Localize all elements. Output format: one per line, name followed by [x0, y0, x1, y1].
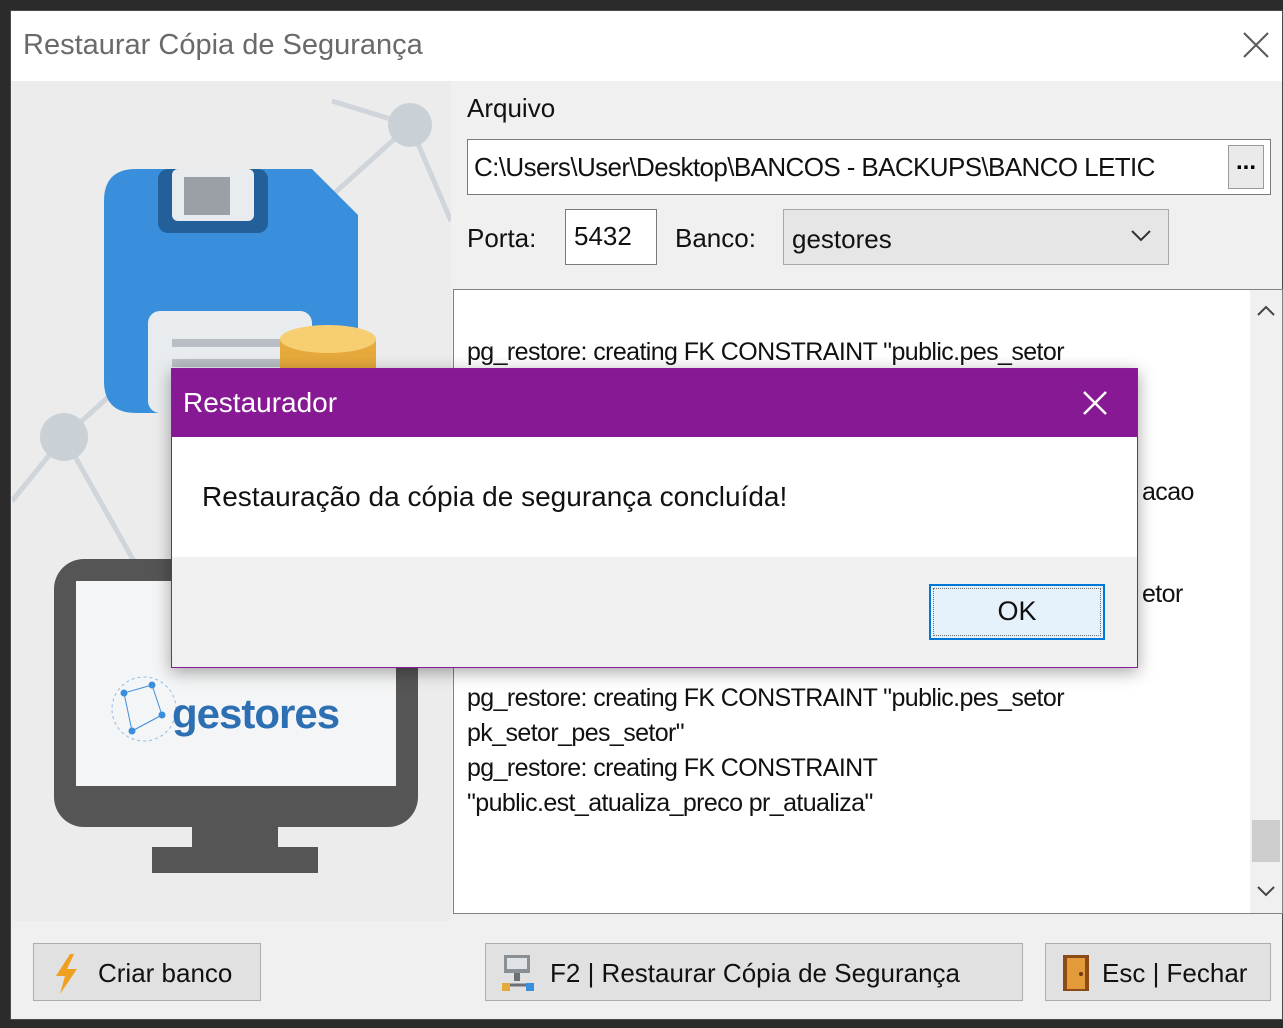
ok-button[interactable]: OK [929, 584, 1105, 640]
close-button[interactable]: Esc | Fechar [1045, 943, 1271, 1001]
window-title: Restaurar Cópia de Segurança [23, 29, 423, 61]
network-node [40, 413, 88, 461]
dialog-message: Restauração da cópia de segurança conclu… [202, 481, 788, 512]
database-select[interactable]: gestores [783, 209, 1169, 265]
browse-button[interactable]: ... [1228, 145, 1264, 189]
network-node [388, 103, 432, 147]
log-scroll-thumb[interactable] [1252, 820, 1280, 862]
restore-backup-button[interactable]: F2 | Restaurar Cópia de Segurança [485, 943, 1023, 1001]
file-label: Arquivo [467, 93, 556, 123]
log-line: pg_restore: creating FK CONSTRAINT "publ… [467, 338, 1065, 366]
log-line: "public.est_atualiza_preco pr_atualiza" [467, 789, 873, 817]
log-line: pg_restore: creating FK CONSTRAINT [467, 754, 878, 782]
door-exit-icon [1060, 953, 1092, 1000]
gestores-logo-text: gestores [172, 690, 339, 737]
dialog-title: Restaurador [183, 387, 338, 418]
restore-backup-label: F2 | Restaurar Cópia de Segurança [550, 958, 960, 988]
restore-network-icon [500, 953, 536, 1000]
log-line: pg_restore: creating FK CONSTRAINT "publ… [467, 684, 1065, 712]
lightning-icon [52, 954, 80, 1001]
database-label: Banco: [675, 223, 756, 253]
port-value: 5432 [574, 221, 632, 251]
file-path-input[interactable]: C:\Users\User\Desktop\BANCOS - BACKUPS\B… [467, 139, 1271, 195]
scroll-down-icon[interactable] [1256, 884, 1276, 903]
log-line: pk_setor_pes_setor" [467, 719, 685, 747]
chevron-down-icon [1130, 228, 1152, 249]
log-line-fragment: acao [1142, 478, 1194, 506]
window-close-icon[interactable] [1236, 25, 1276, 65]
database-select-value: gestores [792, 224, 892, 254]
create-database-button[interactable]: Criar banco [33, 943, 261, 1001]
port-label: Porta: [467, 223, 537, 253]
scroll-up-icon[interactable] [1256, 304, 1276, 323]
dialog-close-icon[interactable] [1078, 386, 1112, 420]
port-input[interactable]: 5432 [565, 209, 657, 265]
log-scrollbar[interactable] [1250, 290, 1282, 913]
file-path-value: C:\Users\User\Desktop\BANCOS - BACKUPS\B… [474, 152, 1155, 182]
log-line-fragment: etor [1142, 580, 1183, 608]
dialog-titlebar: Restaurador [172, 369, 1137, 437]
restore-complete-dialog: Restaurador Restauração da cópia de segu… [171, 368, 1138, 668]
dialog-body: Restauração da cópia de segurança conclu… [172, 437, 1137, 557]
create-database-label: Criar banco [98, 958, 233, 988]
window-titlebar: Restaurar Cópia de Segurança [11, 11, 1282, 81]
close-button-label: Esc | Fechar [1102, 958, 1248, 988]
ok-button-label: OK [997, 596, 1037, 626]
